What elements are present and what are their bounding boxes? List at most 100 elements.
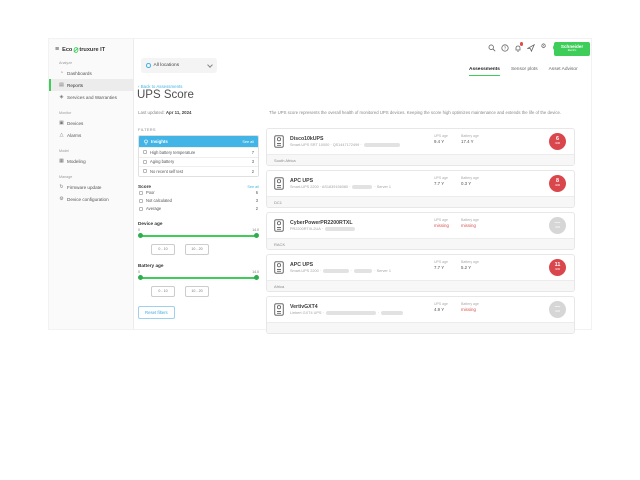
filter-high-battery-temperature[interactable]: High battery temperature 7	[139, 147, 258, 157]
redacted-text	[364, 143, 400, 147]
ups-name: Disco10kUPS	[290, 136, 400, 142]
ups-card: VertivGXT4 Liebert GXT4 UPS · · UPS age …	[266, 296, 575, 334]
location-icon	[146, 63, 151, 68]
ups-subtitle-text: Smart-UPS SRT 10000 · QS1447172499 ·	[290, 143, 362, 147]
ups-subtitle-text: · Server 1	[374, 269, 391, 273]
slider-handle-right[interactable]	[254, 275, 259, 280]
firmware-update-icon: ↻	[59, 185, 64, 190]
checkbox[interactable]	[139, 207, 143, 211]
sidebar-item-label: Alarms	[67, 133, 81, 138]
menu-icon[interactable]: ≡	[55, 46, 59, 53]
ups-subtitle: Smart-UPS 2200 · · · Server 1	[290, 269, 391, 273]
ups-age-label: UPS age	[434, 218, 449, 222]
last-updated-label: Last updated:	[138, 110, 165, 115]
alarms-icon: △	[59, 133, 64, 138]
last-updated: Last updated: Apr 11, 2024	[138, 110, 192, 115]
sidebar-item-label: Firmware update	[67, 185, 101, 190]
ups-device-icon	[274, 135, 284, 148]
location-selector[interactable]: All locations	[141, 58, 217, 73]
sidebar-item-services-warranties[interactable]: ◈ Services and Warranties	[49, 91, 133, 103]
battery-age-range-low[interactable]: 0 - 10	[151, 286, 175, 297]
score-section-title: Score	[138, 184, 151, 189]
ups-row-cyberpower[interactable]: CyberPowerPR2200RTXL PR2200RTXL2UA · UPS…	[267, 213, 574, 238]
ups-subtitle: Smart-UPS SRT 10000 · QS1447172499 ·	[290, 143, 400, 147]
score-denominator: /100	[555, 185, 560, 188]
ups-row-vertivgxt4[interactable]: VertivGXT4 Liebert GXT4 UPS · · UPS age …	[267, 297, 574, 322]
filter-score-poor[interactable]: Poor 6	[138, 189, 259, 197]
filter-no-recent-self-test[interactable]: No recent self test 2	[139, 166, 258, 176]
checkbox[interactable]	[143, 169, 147, 173]
device-age-title: Device age	[138, 221, 259, 226]
slider-handle-left[interactable]	[138, 233, 143, 238]
insights-see-all-link[interactable]: See all	[242, 140, 254, 144]
ups-row-apc-ups-dc1[interactable]: APC UPS Smart-UPS 2200 · AS1839156080 · …	[267, 171, 574, 196]
ups-age-label: UPS age	[434, 134, 448, 138]
feedback-icon[interactable]	[526, 43, 535, 52]
battery-age-value: 0.3 Y	[461, 181, 479, 186]
filter-score-average[interactable]: Average 2	[138, 205, 259, 213]
insights-filter-box: Insights See all High battery temperatur…	[138, 135, 259, 177]
device-age-range-high[interactable]: 10 - 20	[185, 244, 209, 255]
battery-age-column: Battery age 0.3 Y	[461, 176, 479, 187]
ups-subtitle-text: ·	[351, 269, 352, 273]
battery-age-range-high[interactable]: 10 - 20	[185, 286, 209, 297]
battery-age-column: Battery age missing	[461, 218, 479, 229]
ups-subtitle-text: Liebert GXT4 UPS ·	[290, 311, 324, 315]
sidebar-item-dashboards[interactable]: ◔ Dashboards	[49, 67, 133, 79]
search-icon[interactable]	[487, 43, 496, 52]
sidebar-item-label: Reports	[67, 83, 83, 88]
notifications-icon[interactable]	[513, 43, 522, 52]
settings-icon[interactable]: ⚙	[539, 43, 548, 52]
checkbox[interactable]	[139, 199, 143, 203]
checkbox[interactable]	[139, 191, 143, 195]
filter-aging-battery[interactable]: Aging battery 3	[139, 157, 258, 167]
ups-subtitle: PR2200RTXL2UA ·	[290, 227, 355, 231]
device-age-range-low[interactable]: 0 - 10	[151, 244, 175, 255]
ups-device-icon	[274, 177, 284, 190]
tab-sensor-plots[interactable]: Sensor plots	[511, 67, 538, 76]
schneider-electric-logo[interactable]: Schneider Electric	[554, 42, 590, 56]
page-title: UPS Score	[137, 89, 194, 101]
ecostruxure-logo-mark-icon	[73, 47, 79, 53]
filter-count: 2	[256, 206, 258, 211]
reset-filters-button[interactable]: Reset filters	[138, 306, 175, 319]
checkbox[interactable]	[143, 160, 147, 164]
filter-label: Not calculated	[146, 198, 172, 203]
ups-row-apc-ups-africa[interactable]: APC UPS Smart-UPS 2200 · · · Server 1 UP…	[267, 255, 574, 280]
ups-info: APC UPS Smart-UPS 2200 · · · Server 1	[290, 262, 391, 274]
ups-card: APC UPS Smart-UPS 2200 · · · Server 1 UP…	[266, 254, 575, 292]
last-updated-date: Apr 11, 2024	[166, 110, 192, 115]
ups-row-disco10kups[interactable]: Disco10kUPS Smart-UPS SRT 10000 · QS1447…	[267, 129, 574, 154]
view-tabs: Assessments Sensor plots Asset Advisor	[469, 67, 578, 76]
sidebar-item-label: Services and Warranties	[67, 95, 117, 100]
checkbox[interactable]	[143, 150, 147, 154]
logo-text-prefix: Eco	[62, 47, 72, 53]
insights-header[interactable]: Insights See all	[139, 136, 258, 147]
score-badge: 11 /100	[549, 259, 566, 276]
slider-handle-left[interactable]	[138, 275, 143, 280]
sidebar-item-device-configuration[interactable]: ⚙ Device configuration	[49, 193, 133, 205]
sidebar-item-reports[interactable]: ▤ Reports	[49, 79, 133, 91]
ups-info: VertivGXT4 Liebert GXT4 UPS · ·	[290, 304, 403, 316]
sidebar-item-alarms[interactable]: △ Alarms	[49, 129, 133, 141]
tab-asset-advisor[interactable]: Asset Advisor	[549, 67, 578, 76]
filter-count: 3	[256, 198, 258, 203]
modeling-icon: ▦	[59, 159, 64, 164]
insights-title: Insights	[151, 139, 168, 144]
filter-score-not-calculated[interactable]: Not calculated 3	[138, 197, 259, 205]
ups-location: Africa	[267, 280, 574, 291]
sidebar-item-devices[interactable]: ▣ Devices	[49, 117, 133, 129]
sidebar-item-modeling[interactable]: ▦ Modeling	[49, 155, 133, 167]
slider-min-label: 0	[138, 270, 140, 274]
services-icon: ◈	[59, 95, 64, 100]
tab-assessments[interactable]: Assessments	[469, 67, 500, 76]
battery-age-value: missing	[461, 223, 479, 228]
battery-age-column: Battery age 17.4 Y	[461, 134, 479, 145]
slider-track	[140, 235, 257, 237]
app-window: ≡ Eco truxure IT Analyze ◔ Dashboards ▤ …	[48, 38, 592, 330]
help-icon[interactable]: ?	[500, 43, 509, 52]
ups-age-label: UPS age	[434, 176, 448, 180]
sidebar-item-firmware-update[interactable]: ↻ Firmware update	[49, 181, 133, 193]
slider-handle-right[interactable]	[254, 233, 259, 238]
score-see-all-link[interactable]: See all	[247, 185, 259, 189]
